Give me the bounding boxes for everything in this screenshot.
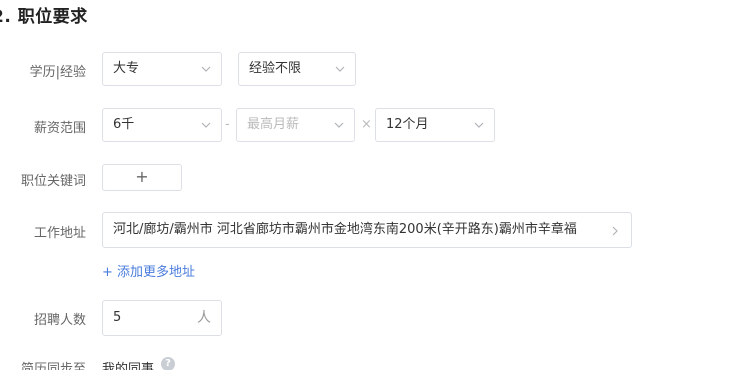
experience-select[interactable]: 经验不限 (238, 52, 356, 86)
resume-sync-label: 简历同步至 (20, 362, 86, 370)
headcount-label: 招聘人数 (33, 313, 86, 328)
add-more-address-link[interactable]: + 添加更多地址 (102, 261, 195, 280)
headcount-unit: 人 (197, 310, 211, 326)
salary-months-value: 12个月 (386, 117, 429, 132)
salary-min-value: 6千 (113, 117, 135, 132)
chevron-down-icon (201, 66, 211, 72)
chevron-right-icon (612, 226, 618, 236)
plus-icon: + (135, 167, 149, 186)
section-title: 2. 职位要求 (0, 7, 88, 27)
resume-sync-value[interactable]: 我的同事 (102, 358, 154, 370)
chevron-down-icon (335, 66, 345, 72)
work-address-value: 河北/廊坊/霸州市 河北省廊坊市霸州市金地湾东南200米(辛开路东)霸州市辛章福 (113, 222, 577, 237)
chevron-down-icon (201, 122, 211, 128)
headcount-value: 5 (113, 310, 122, 325)
keywords-label: 职位关键词 (20, 174, 86, 189)
salary-range-dash: - (225, 117, 230, 132)
experience-select-value: 经验不限 (249, 61, 302, 76)
question-circle-icon[interactable]: ? (161, 357, 175, 370)
salary-min-select[interactable]: 6千 (102, 108, 222, 142)
salary-times-sign: × (361, 117, 372, 132)
education-experience-label: 学历|经验 (29, 65, 86, 80)
education-select[interactable]: 大专 (102, 52, 222, 86)
salary-months-select[interactable]: 12个月 (375, 108, 495, 142)
add-keyword-button[interactable]: + (102, 164, 182, 191)
work-address-label: 工作地址 (33, 226, 86, 241)
chevron-down-icon (474, 122, 484, 128)
salary-max-select[interactable]: 最高月薪 (236, 108, 355, 142)
chevron-down-icon (334, 122, 344, 128)
salary-label: 薪资范围 (33, 121, 86, 136)
education-select-value: 大专 (113, 61, 140, 76)
work-address-field[interactable]: 河北/廊坊/霸州市 河北省廊坊市霸州市金地湾东南200米(辛开路东)霸州市辛章福 (102, 212, 632, 248)
headcount-input[interactable]: 5 人 (102, 300, 222, 336)
salary-max-placeholder: 最高月薪 (247, 117, 300, 132)
